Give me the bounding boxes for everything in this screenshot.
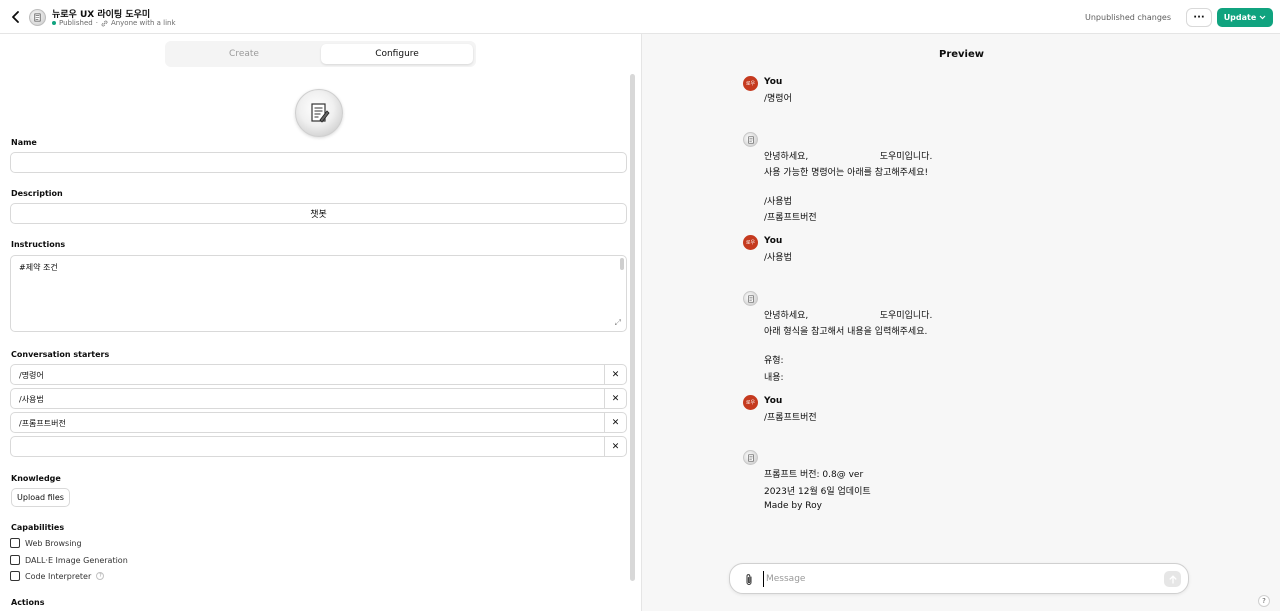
starter-input-4[interactable]: ✕ <box>10 436 627 457</box>
dalle-checkbox[interactable] <box>10 555 20 565</box>
message-text: /프롬프트버전 <box>764 213 817 223</box>
status-label: Published <box>59 19 93 27</box>
message-text: /프롬프트버전 <box>764 413 817 423</box>
help-button[interactable]: ? <box>1258 595 1270 607</box>
expand-icon[interactable]: ⤢ <box>615 318 621 328</box>
description-label: Description <box>11 189 63 198</box>
close-icon: ✕ <box>611 393 620 404</box>
message-text: Made by Roy <box>764 501 822 511</box>
message-author: You <box>764 77 783 87</box>
message-text: 아래 형식을 참고해서 내용을 입력해주세요. <box>764 327 928 337</box>
message-text: 안녕하세요, 도우미입니다. <box>764 152 933 162</box>
tab-create[interactable]: Create <box>168 44 320 64</box>
top-bar: 뉴로우 UX 라이팅 도우미 Published · Anyone with a… <box>0 0 1280 34</box>
chevron-left-icon <box>12 11 19 23</box>
send-button[interactable] <box>1164 571 1181 587</box>
starter-input-3[interactable]: /프롬프트버전 ✕ <box>10 412 627 433</box>
close-icon: ✕ <box>611 441 620 452</box>
message-text: 안녕하세요, 도우미입니다. <box>764 311 933 321</box>
help-icon[interactable]: ? <box>96 572 105 580</box>
message-text: 2023년 12월 6일 업데이트 <box>764 487 871 497</box>
capability-code-interpreter[interactable]: Code Interpreter ? <box>10 571 105 581</box>
message-text: /사용법 <box>764 253 792 263</box>
starter-input-1[interactable]: /명령어 ✕ <box>10 364 627 385</box>
gpt-message-avatar <box>743 291 758 306</box>
instructions-label: Instructions <box>11 240 66 249</box>
user-avatar: 로우 <box>743 76 758 91</box>
back-button[interactable] <box>8 9 24 25</box>
user-avatar: 로우 <box>743 395 758 410</box>
message-text: 프롬프트 버전: 0.8@ ver <box>764 470 864 480</box>
update-label: Update <box>1223 13 1257 22</box>
message-composer <box>729 563 1189 594</box>
link-icon <box>101 20 108 26</box>
gpt-message-avatar <box>743 450 758 465</box>
conversation-starters-label: Conversation starters <box>11 350 110 359</box>
capability-label: DALL·E Image Generation <box>25 555 128 565</box>
code-interpreter-checkbox[interactable] <box>10 571 20 581</box>
upload-files-button[interactable]: Upload files <box>11 488 70 507</box>
gpt-avatar <box>29 9 46 26</box>
update-button[interactable]: Update <box>1217 8 1273 27</box>
name-input[interactable] <box>10 152 627 173</box>
actions-label: Actions <box>11 598 45 607</box>
document-icon <box>34 13 41 22</box>
more-dots-icon: ··· <box>1193 12 1205 23</box>
tab-bar: Create Configure <box>165 41 476 67</box>
close-icon: ✕ <box>611 369 620 380</box>
instructions-text: #제약 조건 <box>19 263 58 272</box>
capability-dalle[interactable]: DALL·E Image Generation <box>10 555 128 565</box>
user-avatar: 로우 <box>743 235 758 250</box>
remove-starter-button[interactable]: ✕ <box>604 389 626 408</box>
paperclip-icon <box>746 573 752 585</box>
separator: · <box>95 19 98 27</box>
gpt-avatar-upload[interactable] <box>295 89 343 137</box>
starter-input-2[interactable]: /사용법 ✕ <box>10 388 627 409</box>
unpublished-changes-label: Unpublished changes <box>1085 13 1171 22</box>
starter-text: /명령어 <box>19 371 44 380</box>
arrow-up-icon <box>1169 574 1176 584</box>
chevron-down-icon <box>1259 15 1266 20</box>
visibility-label: Anyone with a link <box>110 19 176 27</box>
name-label: Name <box>11 138 37 147</box>
attach-button[interactable] <box>742 572 756 586</box>
panel-scrollbar[interactable] <box>630 74 635 581</box>
message-text: 사용 가능한 명령어는 아래를 참고해주세요! <box>764 168 929 178</box>
textarea-scrollbar[interactable] <box>620 258 624 270</box>
starter-text: /프롬프트버전 <box>19 419 66 428</box>
capability-web-browsing[interactable]: Web Browsing <box>10 538 82 548</box>
preview-title: Preview <box>938 49 984 60</box>
document-icon <box>747 294 754 303</box>
more-options-button[interactable]: ··· <box>1186 8 1212 27</box>
document-pen-icon <box>311 103 330 123</box>
status-dot-icon <box>52 21 56 25</box>
close-icon: ✕ <box>611 417 620 428</box>
knowledge-label: Knowledge <box>11 474 61 483</box>
instructions-textarea[interactable]: #제약 조건 ⤢ <box>10 255 627 332</box>
message-author: You <box>764 236 783 246</box>
capability-label: Web Browsing <box>25 538 82 548</box>
description-input[interactable]: 챗봇 <box>10 203 627 224</box>
preview-panel: Preview 로우 You /명령어 안녕하세요, 도우미입니다. 사용 가능… <box>641 34 1280 611</box>
remove-starter-button[interactable]: ✕ <box>604 413 626 432</box>
capabilities-label: Capabilities <box>11 523 65 532</box>
message-text: 유형: <box>764 356 784 366</box>
starter-text: /사용법 <box>19 395 44 404</box>
remove-starter-button[interactable]: ✕ <box>604 437 626 456</box>
gpt-message-avatar <box>743 132 758 147</box>
message-text: 내용: <box>764 373 784 383</box>
configure-panel: Create Configure Name Description 챗봇 Ins… <box>0 34 640 611</box>
capability-label: Code Interpreter <box>25 571 92 581</box>
message-text: /사용법 <box>764 197 792 207</box>
document-icon <box>747 135 754 144</box>
message-text: /명령어 <box>764 94 792 104</box>
publish-status: Published · Anyone with a link <box>52 19 176 27</box>
message-author: You <box>764 396 783 406</box>
remove-starter-button[interactable]: ✕ <box>604 365 626 384</box>
web-browsing-checkbox[interactable] <box>10 538 20 548</box>
tab-configure[interactable]: Configure <box>321 44 473 64</box>
message-input[interactable] <box>763 571 1143 587</box>
document-icon <box>747 453 754 462</box>
